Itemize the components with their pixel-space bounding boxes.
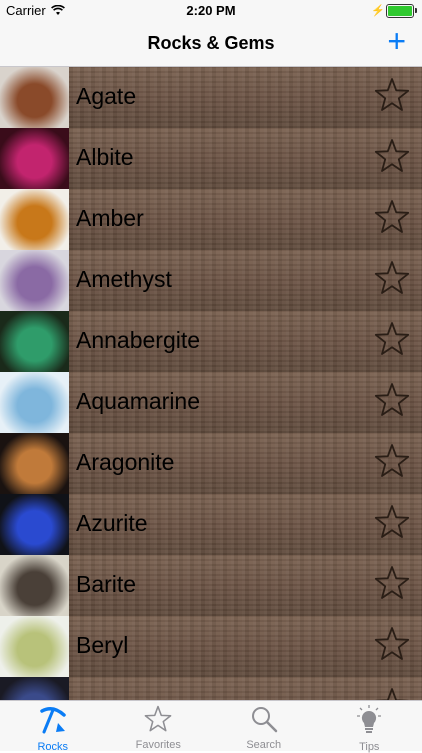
charging-bolt-icon: ⚡ [371, 4, 385, 17]
add-button[interactable]: + [387, 25, 406, 57]
list-item[interactable]: Albite [0, 128, 422, 190]
list-item[interactable]: Azurite [0, 494, 422, 556]
list-item[interactable]: Aragonite [0, 433, 422, 495]
mineral-thumbnail [0, 433, 69, 494]
star-icon [144, 705, 172, 738]
list-item[interactable] [0, 677, 422, 700]
status-bar: Carrier 2:20 PM ⚡ [0, 0, 422, 22]
tab-search[interactable]: Search [211, 701, 317, 751]
mineral-thumbnail [0, 250, 69, 311]
battery-icon [386, 4, 414, 18]
lightbulb-icon [355, 705, 383, 740]
favorite-star-icon[interactable] [374, 77, 410, 113]
mineral-name: Aragonite [76, 449, 174, 476]
list-item[interactable]: Annabergite [0, 311, 422, 373]
status-time: 2:20 PM [0, 3, 422, 18]
rock-list[interactable]: Agate Albite Amber Amethyst Annabergite Aquam… [0, 67, 422, 700]
mineral-thumbnail [0, 311, 69, 372]
favorite-star-icon[interactable] [374, 260, 410, 296]
mineral-name: Albite [76, 144, 134, 171]
tab-bar: Rocks Favorites Search Tips [0, 700, 422, 751]
favorite-star-icon[interactable] [374, 626, 410, 662]
mineral-thumbnail [0, 555, 69, 616]
mineral-name: Barite [76, 571, 136, 598]
navigation-bar: Rocks & Gems + [0, 22, 422, 67]
list-item[interactable]: Aquamarine [0, 372, 422, 434]
mineral-thumbnail [0, 128, 69, 189]
list-item[interactable]: Beryl [0, 616, 422, 678]
tab-favorites[interactable]: Favorites [106, 701, 212, 751]
favorite-star-icon[interactable] [374, 565, 410, 601]
mineral-name: Agate [76, 83, 136, 110]
mineral-thumbnail [0, 616, 69, 677]
tab-label: Rocks [37, 741, 68, 753]
mineral-name: Annabergite [76, 327, 200, 354]
mineral-name: Amethyst [76, 266, 172, 293]
favorite-star-icon[interactable] [374, 321, 410, 357]
magnifier-icon [250, 705, 278, 738]
tab-tips[interactable]: Tips [317, 701, 422, 751]
tab-label: Search [246, 739, 281, 751]
list-item[interactable]: Amethyst [0, 250, 422, 312]
pickaxe-icon [38, 705, 68, 740]
list-item[interactable]: Amber [0, 189, 422, 251]
list-item[interactable]: Agate [0, 67, 422, 129]
page-title: Rocks & Gems [0, 33, 422, 54]
mineral-thumbnail [0, 494, 69, 555]
favorite-star-icon[interactable] [374, 504, 410, 540]
plus-icon: + [387, 23, 406, 59]
tab-rocks[interactable]: Rocks [0, 701, 106, 751]
mineral-thumbnail [0, 372, 69, 433]
mineral-name: Amber [76, 205, 144, 232]
list-item[interactable]: Barite [0, 555, 422, 617]
mineral-thumbnail [0, 189, 69, 250]
favorite-star-icon[interactable] [374, 138, 410, 174]
mineral-thumbnail [0, 67, 69, 128]
favorite-star-icon[interactable] [374, 382, 410, 418]
mineral-thumbnail [0, 677, 69, 700]
mineral-name: Beryl [76, 632, 128, 659]
favorite-star-icon[interactable] [374, 443, 410, 479]
tab-label: Tips [359, 741, 379, 753]
favorite-star-icon[interactable] [374, 199, 410, 235]
tab-label: Favorites [136, 739, 181, 751]
favorite-star-icon[interactable] [374, 687, 410, 700]
mineral-name: Azurite [76, 510, 148, 537]
mineral-name: Aquamarine [76, 388, 200, 415]
